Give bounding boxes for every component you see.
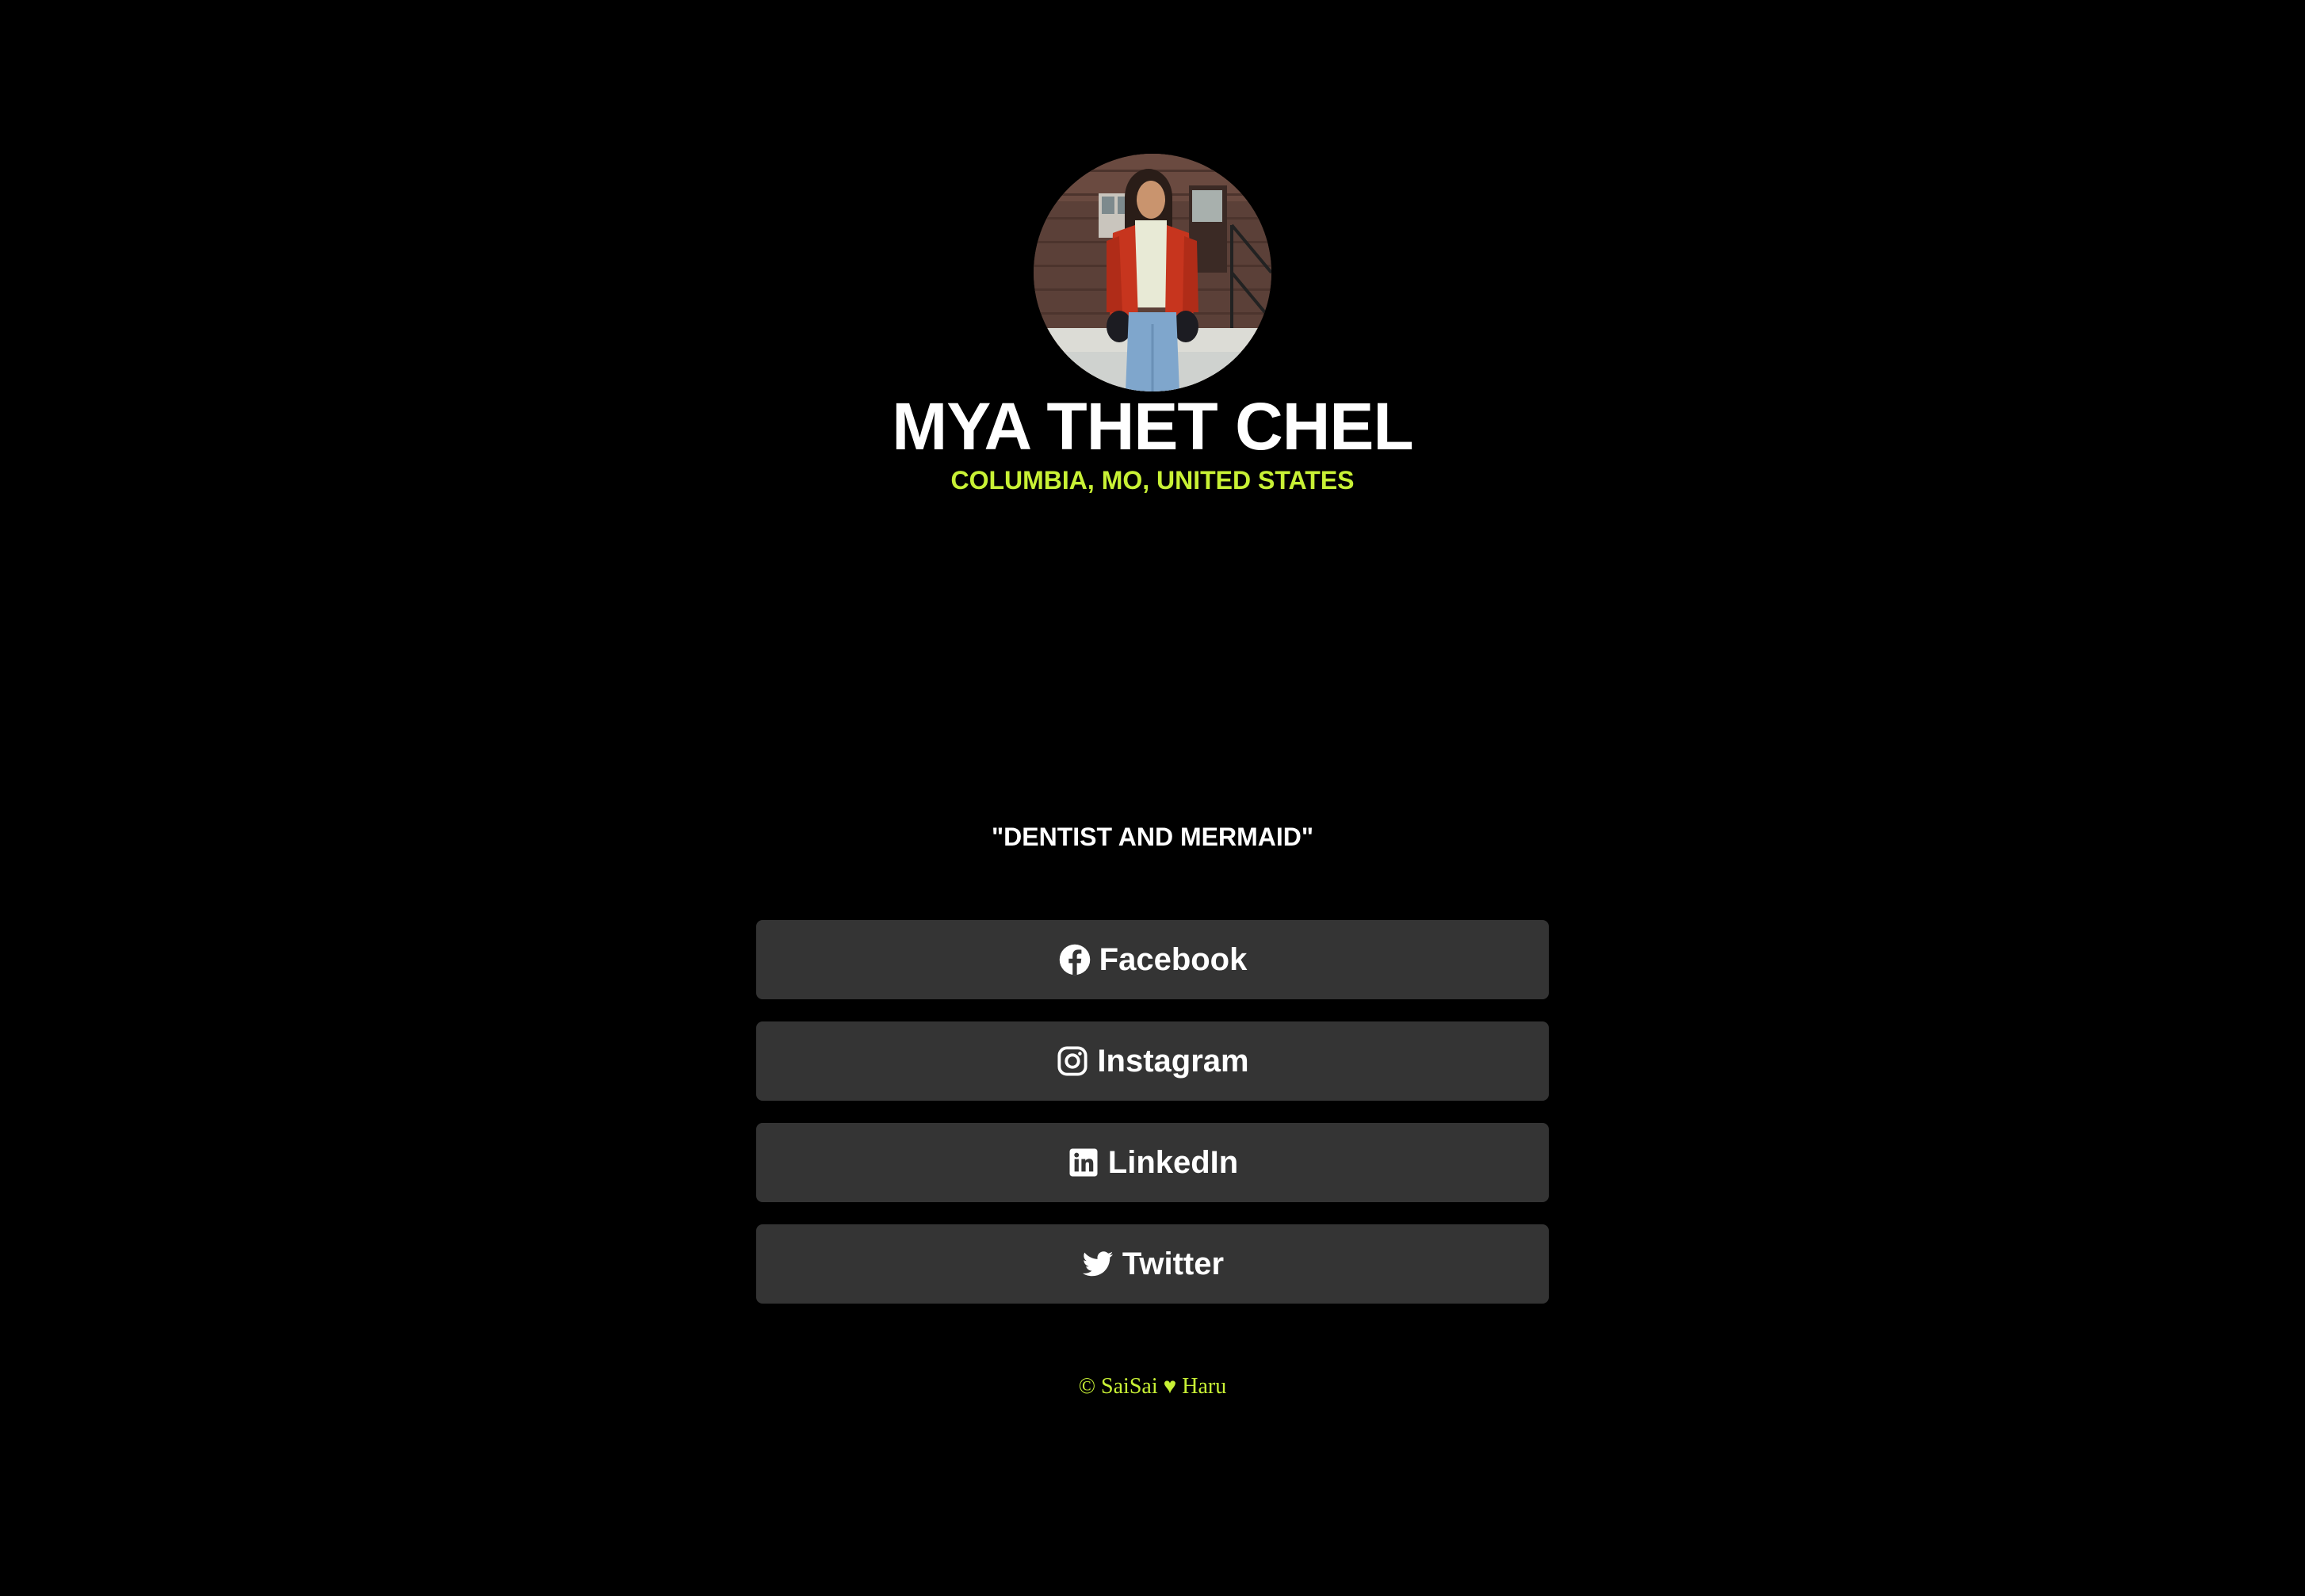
linkedin-icon [1067,1146,1100,1179]
instagram-label: Instagram [1097,1043,1249,1079]
facebook-icon [1058,943,1091,976]
footer-credit: © SaiSai ♥ Haru [1078,1374,1227,1399]
instagram-icon [1056,1044,1089,1078]
profile-name: MYA THET CHEL [892,389,1413,464]
profile-bio: "DENTIST AND MERMAID" [991,823,1314,851]
profile-location: COLUMBIA, MO, UNITED STATES [950,466,1355,494]
twitter-link-button[interactable]: Twitter [756,1224,1549,1304]
profile-photo [1034,154,1271,391]
linkedin-label: LinkedIn [1107,1144,1239,1180]
facebook-label: Facebook [1099,941,1248,977]
twitter-label: Twitter [1122,1246,1225,1281]
linkedin-link-button[interactable]: LinkedIn [756,1123,1549,1202]
twitter-icon [1081,1247,1114,1281]
avatar [1034,154,1271,391]
social-links: Facebook Instagram LinkedIn Twitter [756,920,1549,1326]
instagram-link-button[interactable]: Instagram [756,1021,1549,1101]
facebook-link-button[interactable]: Facebook [756,920,1549,999]
